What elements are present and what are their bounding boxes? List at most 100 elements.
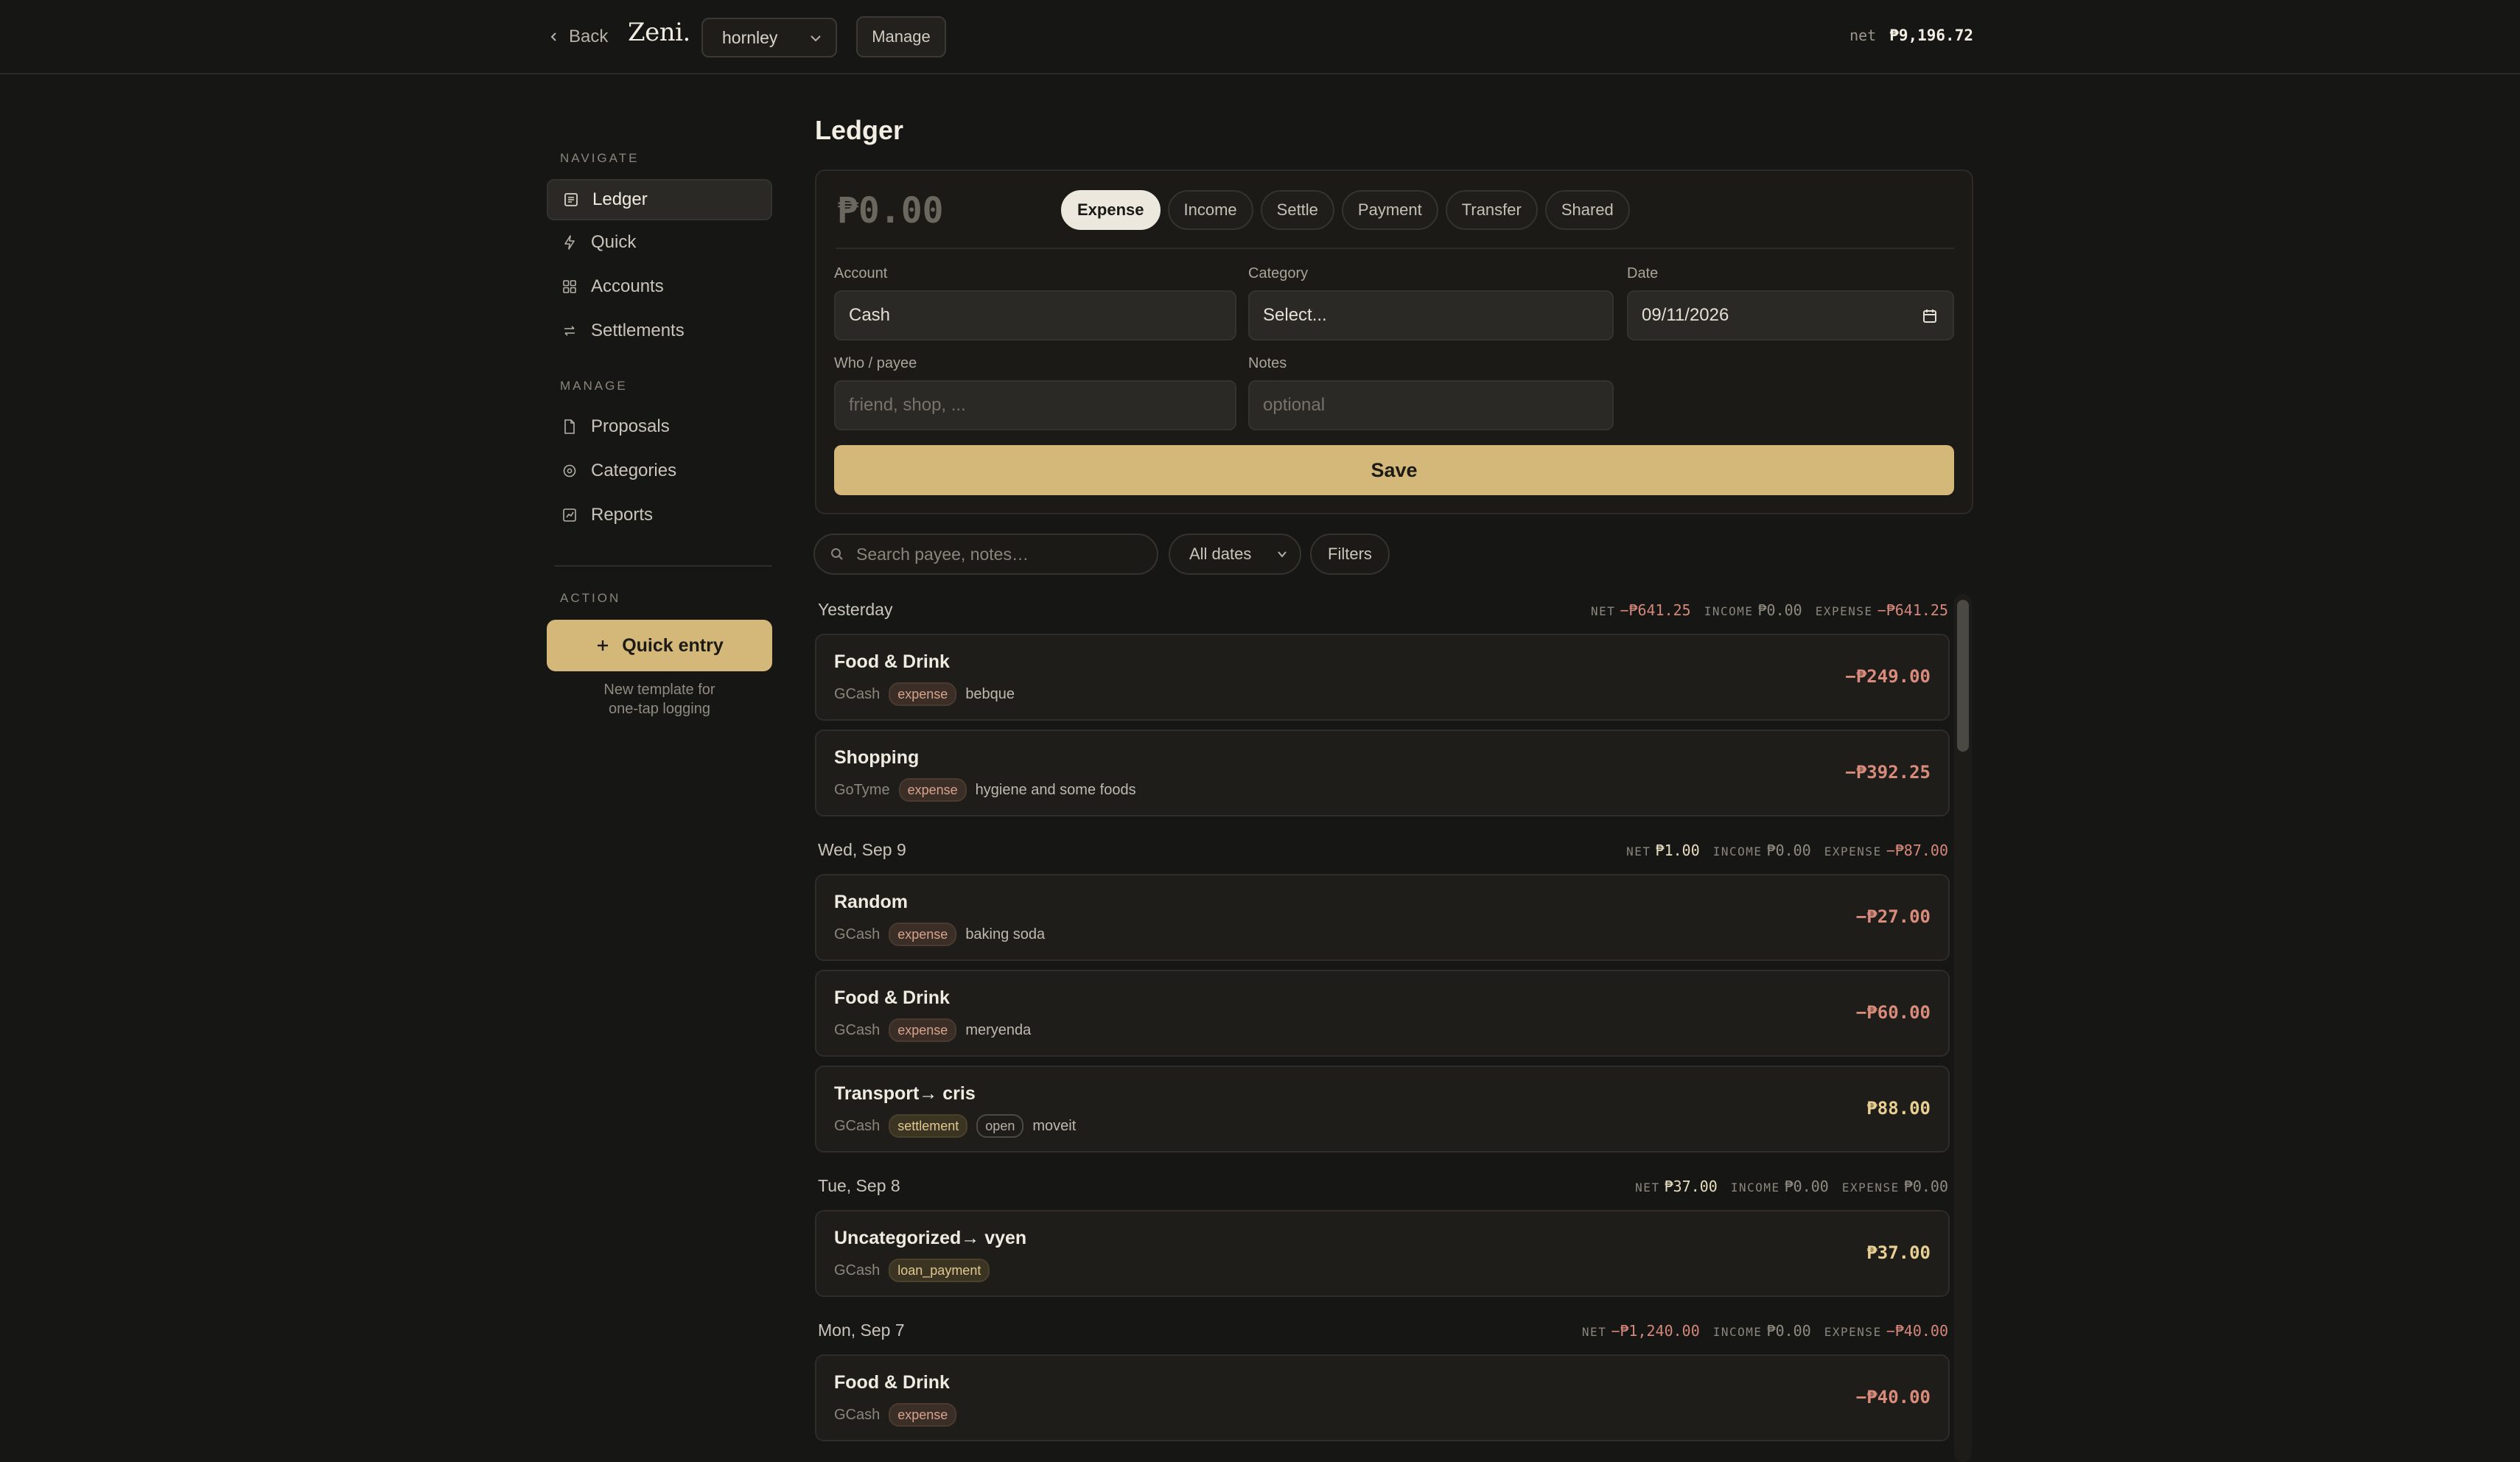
filters-button[interactable]: Filters [1310,534,1390,575]
sidebar-item-label: Reports [591,505,654,525]
tag-chip: expense [889,1018,957,1042]
transaction-row[interactable]: Uncategorized→ vyen GCash loan_payment ₱37.… [815,1210,1950,1297]
txn-account: GCash [834,926,881,942]
day-expense: EXPENSE −₱87.00 [1824,842,1948,859]
transaction-row[interactable]: Food & Drink GCash expense −₱40.00 [815,1354,1950,1441]
date-label: Date [1627,265,1659,281]
tab-shared[interactable]: Shared [1544,190,1630,230]
tab-payment[interactable]: Payment [1341,190,1438,230]
txn-meta: GCash expense meryenda [834,1018,1031,1042]
calendar-icon[interactable] [1922,308,1938,324]
search-placeholder: Search payee, notes… [856,544,1029,564]
navigate-heading: NAVIGATE [560,151,640,165]
category-select[interactable]: Select... [1248,290,1614,340]
txn-account: GoTyme [834,781,890,798]
app-logo: Zeni. [628,18,690,47]
transaction-row[interactable]: Food & Drink GCash expense meryenda −₱60.00 [815,970,1950,1057]
expense-stat-value: −₱641.25 [1877,601,1948,619]
date-range-select[interactable]: All dates [1169,534,1301,575]
net-stat-value: ₱1.00 [1655,842,1700,859]
page-title: Ledger [815,115,904,145]
day-title: Tue, Sep 8 [818,1176,900,1195]
day-income: INCOME ₱0.00 [1713,842,1811,859]
payee-input[interactable]: friend, shop, ... [834,380,1236,430]
day-stats: NET −₱641.25 INCOME ₱0.00 EXPENSE −₱641.25 [1591,601,1948,619]
expense-stat-label: EXPENSE [1815,604,1873,618]
back-button[interactable]: Back [548,22,608,52]
workspace-select[interactable]: hornley [701,18,837,57]
sidebar-item-reports[interactable]: Reports [547,494,772,536]
amount-input[interactable]: ₱0.00 [837,190,944,231]
form-divider [836,248,1954,249]
day-income: INCOME ₱0.00 [1704,601,1802,619]
net-stat-label: NET [1626,844,1651,858]
tab-expense[interactable]: Expense [1061,190,1161,230]
txn-note: bebque [965,685,1015,702]
search-input[interactable]: Search payee, notes… [813,534,1158,575]
txn-account: GCash [834,685,881,702]
sidebar-item-categories[interactable]: Categories [547,450,772,492]
quick-entry-note: New template for one-tap logging [547,680,772,718]
day-title: Yesterday [818,600,893,619]
account-select[interactable]: Cash [834,290,1236,340]
tag-chip: expense [889,682,957,706]
day-stats: NET ₱37.00 INCOME ₱0.00 EXPENSE ₱0.00 [1635,1178,1948,1195]
ledger-icon [564,193,578,206]
quick-entry-label: Quick entry [622,634,724,656]
sidebar-item-settlements[interactable]: Settlements [547,310,772,351]
income-stat-label: INCOME [1712,1325,1763,1339]
chevron-left-icon [550,32,556,41]
sidebar-item-ledger[interactable]: Ledger [547,179,772,220]
tag-chip: settlement [889,1114,968,1138]
quick-entry-button[interactable]: Quick entry [547,620,772,671]
transaction-row[interactable]: Transport→ cris GCash settlement open moveit… [815,1066,1950,1153]
day-income: INCOME ₱0.00 [1731,1178,1829,1195]
txn-title: Shopping [834,747,920,768]
net-label: net [1849,27,1877,44]
search-icon [831,548,843,560]
net-stat-label: NET [1635,1181,1660,1195]
sidebar-item-label: Quick [591,232,637,252]
sidebar-item-label: Accounts [591,276,664,296]
txn-amount: −₱249.00 [1845,666,1931,687]
manage-button[interactable]: Manage [856,16,946,57]
sidebar-item-proposals[interactable]: Proposals [547,406,772,447]
day-title: Wed, Sep 9 [818,840,906,859]
sidebar-item-label: Ledger [592,189,648,209]
transaction-row[interactable]: Random GCash expense baking soda −₱27.00 [815,874,1950,961]
transaction-row[interactable]: Shopping GoTyme expense hygiene and some fo… [815,730,1950,816]
action-heading: ACTION [560,591,621,605]
txn-amount: ₱88.00 [1866,1098,1931,1119]
chevron-down-icon [811,35,821,42]
txn-account: GCash [834,1021,881,1038]
bolt-icon [564,235,575,250]
manage-heading: MANAGE [560,379,628,393]
expense-stat-value: ₱0.00 [1903,1178,1948,1195]
tab-settle[interactable]: Settle [1260,190,1334,230]
notes-input[interactable]: optional [1248,380,1614,430]
date-field[interactable]: 09/11/2026 [1627,290,1954,340]
sidebar-item-quick[interactable]: Quick [547,222,772,263]
txn-title: Uncategorized→ vyen [834,1228,1027,1248]
scrollbar-thumb[interactable] [1957,600,1969,752]
day-net: NET −₱641.25 [1591,601,1691,619]
txn-title: Food & Drink [834,651,950,672]
expense-stat-value: −₱87.00 [1886,842,1948,859]
day-net: NET −₱1,240.00 [1582,1322,1700,1340]
tab-income[interactable]: Income [1167,190,1253,230]
day-net: NET ₱1.00 [1626,842,1700,859]
document-icon [564,419,575,434]
sidebar-item-accounts[interactable]: Accounts [547,266,772,307]
txn-note: meryenda [965,1021,1032,1038]
expense-stat-label: EXPENSE [1824,844,1882,858]
transaction-row[interactable]: Food & Drink GCash expense bebque −₱249.00 [815,634,1950,721]
income-stat-label: INCOME [1704,604,1754,618]
quick-note-line: one-tap logging [609,701,710,717]
save-button[interactable]: Save [834,445,1954,495]
txn-title: Food & Drink [834,1372,950,1393]
chart-icon [563,508,576,522]
tag-chip: expense [889,923,957,946]
tab-transfer[interactable]: Transfer [1445,190,1538,230]
sidebar-item-label: Settlements [591,321,685,340]
account-label: Account [834,265,888,281]
